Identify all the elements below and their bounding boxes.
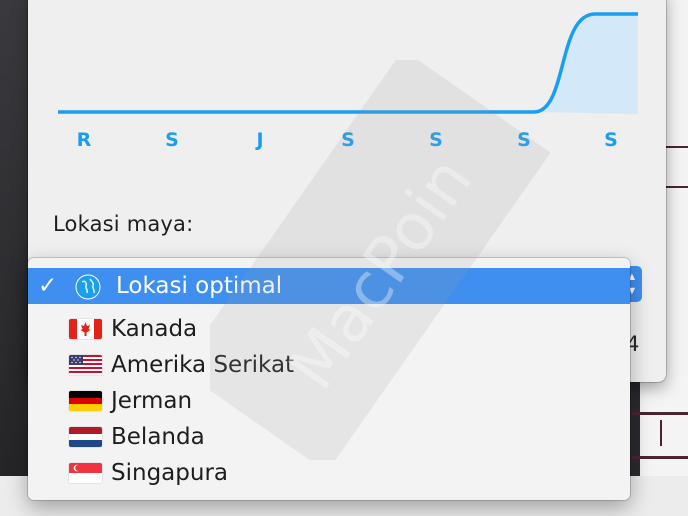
virtual-location-label: Lokasi maya: (53, 212, 194, 236)
desktop-background (0, 0, 30, 516)
chart-axis-label: J (254, 129, 263, 151)
menu-item-optimal-location[interactable]: ✓ Lokasi optimal (28, 268, 630, 304)
menu-item-germany[interactable]: Jerman (28, 383, 630, 419)
background-divider (664, 186, 688, 188)
traffic-chart: RSJSSSS (58, 12, 638, 151)
chart-axis-label: R (77, 129, 92, 151)
chart-axis-label: S (604, 129, 618, 151)
flag-canada-icon (69, 319, 102, 339)
background-divider (664, 146, 688, 148)
chart-axis-label: S (429, 129, 443, 151)
menu-item-label: Singapura (111, 460, 228, 486)
menu-item-label: Belanda (111, 424, 205, 450)
chart-axis-label: S (517, 129, 531, 151)
background-divider (632, 456, 688, 459)
chart-axis-label: S (165, 129, 179, 151)
flag-singapore-icon (69, 463, 102, 483)
globe-icon (75, 274, 101, 300)
location-dropdown-menu[interactable]: ✓ Lokasi optimal Kanada Amerika Serikat … (28, 258, 630, 500)
menu-item-label: Amerika Serikat (111, 352, 295, 378)
menu-item-singapore[interactable]: Singapura (28, 455, 630, 491)
chart-axis-labels: RSJSSSS (77, 129, 618, 151)
chart-line (58, 12, 638, 114)
menu-item-canada[interactable]: Kanada (28, 311, 630, 347)
menu-item-label: Kanada (111, 316, 198, 342)
menu-item-label: Jerman (111, 388, 193, 414)
chart-axis-label: S (341, 129, 355, 151)
menu-item-usa[interactable]: Amerika Serikat (28, 347, 630, 383)
menu-item-netherlands[interactable]: Belanda (28, 419, 630, 455)
background-divider (660, 420, 662, 446)
checkmark-icon: ✓ (38, 273, 58, 299)
flag-germany-icon (69, 391, 102, 411)
background-divider (632, 412, 688, 415)
menu-item-label: Lokasi optimal (116, 273, 283, 299)
flag-usa-icon (69, 355, 102, 375)
flag-netherlands-icon (69, 427, 102, 447)
